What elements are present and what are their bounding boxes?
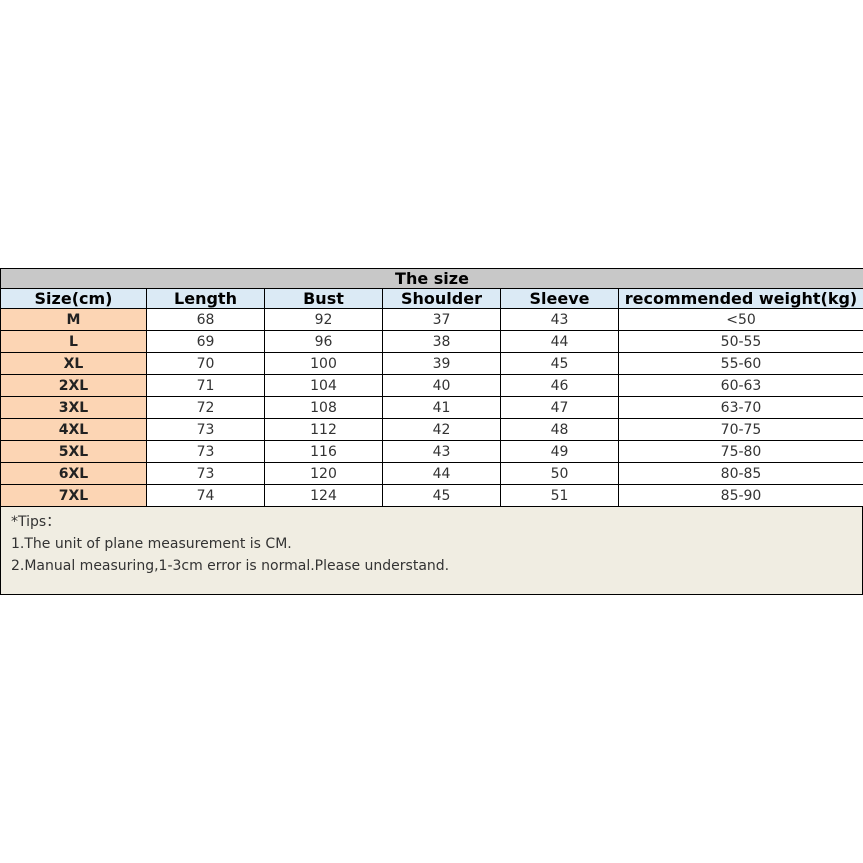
cell-length: 71 (146, 374, 265, 397)
cell-length: 69 (146, 330, 265, 353)
cell-sleeve: 43 (500, 308, 619, 331)
cell-length: 68 (146, 308, 265, 331)
cell-bust: 100 (264, 352, 383, 375)
table-row: XL 70 100 39 45 55-60 (0, 352, 863, 375)
column-header-bust: Bust (264, 288, 383, 309)
cell-length: 73 (146, 440, 265, 463)
cell-length: 70 (146, 352, 265, 375)
cell-size: 4XL (0, 418, 147, 441)
cell-length: 73 (146, 418, 265, 441)
cell-weight: 55-60 (618, 352, 863, 375)
cell-bust: 92 (264, 308, 383, 331)
cell-sleeve: 51 (500, 484, 619, 507)
table-row: M 68 92 37 43 <50 (0, 308, 863, 331)
cell-bust: 124 (264, 484, 383, 507)
cell-size: M (0, 308, 147, 331)
size-table: The size Size(cm) Length Bust Shoulder S… (0, 268, 863, 507)
tips-line-1: 1.The unit of plane measurement is CM. (11, 536, 292, 552)
cell-weight: 75-80 (618, 440, 863, 463)
cell-length: 74 (146, 484, 265, 507)
cell-weight: 80-85 (618, 462, 863, 485)
cell-weight: 85-90 (618, 484, 863, 507)
cell-shoulder: 41 (382, 396, 501, 419)
cell-size: 6XL (0, 462, 147, 485)
cell-shoulder: 40 (382, 374, 501, 397)
cell-length: 73 (146, 462, 265, 485)
cell-shoulder: 38 (382, 330, 501, 353)
cell-bust: 116 (264, 440, 383, 463)
column-header-sleeve: Sleeve (500, 288, 619, 309)
cell-bust: 108 (264, 396, 383, 419)
cell-size: 3XL (0, 396, 147, 419)
cell-bust: 112 (264, 418, 383, 441)
table-header-row: Size(cm) Length Bust Shoulder Sleeve rec… (0, 288, 863, 309)
table-row: 2XL 71 104 40 46 60-63 (0, 374, 863, 397)
tips-panel: *Tips： 1.The unit of plane measurement i… (0, 507, 863, 595)
cell-shoulder: 44 (382, 462, 501, 485)
cell-size: 7XL (0, 484, 147, 507)
cell-weight: 70-75 (618, 418, 863, 441)
table-body: M 68 92 37 43 <50 L 69 96 38 44 50-55 XL 70 100 39 45 55-… (0, 308, 863, 507)
column-header-length: Length (146, 288, 265, 309)
cell-size: 2XL (0, 374, 147, 397)
cell-sleeve: 44 (500, 330, 619, 353)
tips-label: *Tips： (11, 514, 61, 530)
cell-shoulder: 42 (382, 418, 501, 441)
tips-line-2: 2.Manual measuring,1-3cm error is normal… (11, 558, 450, 574)
cell-shoulder: 43 (382, 440, 501, 463)
table-title-row: The size (0, 268, 863, 289)
table-row: 6XL 73 120 44 50 80-85 (0, 462, 863, 485)
cell-weight: 63-70 (618, 396, 863, 419)
cell-shoulder: 37 (382, 308, 501, 331)
table-row: 5XL 73 116 43 49 75-80 (0, 440, 863, 463)
cell-sleeve: 47 (500, 396, 619, 419)
cell-bust: 120 (264, 462, 383, 485)
size-chart: The size Size(cm) Length Bust Shoulder S… (0, 268, 863, 595)
table-title: The size (0, 268, 863, 289)
cell-sleeve: 46 (500, 374, 619, 397)
cell-sleeve: 50 (500, 462, 619, 485)
cell-size: XL (0, 352, 147, 375)
table-row: L 69 96 38 44 50-55 (0, 330, 863, 353)
cell-size: L (0, 330, 147, 353)
cell-shoulder: 45 (382, 484, 501, 507)
column-header-shoulder: Shoulder (382, 288, 501, 309)
cell-size: 5XL (0, 440, 147, 463)
cell-weight: <50 (618, 308, 863, 331)
cell-sleeve: 45 (500, 352, 619, 375)
cell-bust: 96 (264, 330, 383, 353)
table-row: 4XL 73 112 42 48 70-75 (0, 418, 863, 441)
cell-length: 72 (146, 396, 265, 419)
cell-weight: 50-55 (618, 330, 863, 353)
cell-shoulder: 39 (382, 352, 501, 375)
cell-bust: 104 (264, 374, 383, 397)
table-row: 3XL 72 108 41 47 63-70 (0, 396, 863, 419)
column-header-size: Size(cm) (0, 288, 147, 309)
column-header-weight: recommended weight(kg) (618, 288, 863, 309)
cell-weight: 60-63 (618, 374, 863, 397)
cell-sleeve: 49 (500, 440, 619, 463)
cell-sleeve: 48 (500, 418, 619, 441)
table-row: 7XL 74 124 45 51 85-90 (0, 484, 863, 507)
